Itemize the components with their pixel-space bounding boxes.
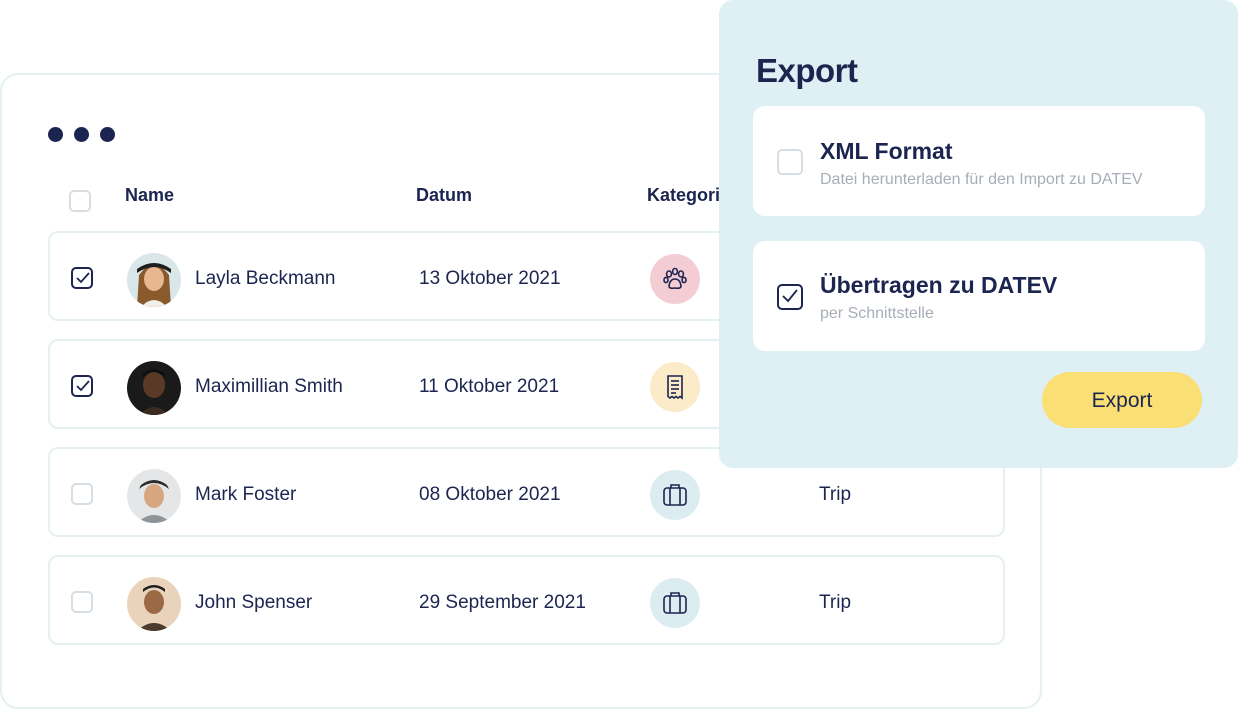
row-name: John Spenser <box>195 592 313 613</box>
row-checkbox[interactable] <box>71 483 93 505</box>
dot <box>48 127 63 142</box>
table-row[interactable]: John Spenser 29 September 2021 Trip <box>48 555 1005 645</box>
column-header-category[interactable]: Kategori <box>647 185 720 206</box>
option-subtitle: per Schnittstelle <box>820 305 934 322</box>
avatar <box>127 577 181 631</box>
more-options-icon[interactable] <box>48 127 115 142</box>
xml-format-checkbox[interactable] <box>777 149 803 175</box>
row-name: Mark Foster <box>195 484 297 505</box>
column-header-date[interactable]: Datum <box>416 185 472 206</box>
column-header-name[interactable]: Name <box>125 185 174 206</box>
row-date: 11 Oktober 2021 <box>419 376 560 397</box>
avatar <box>127 361 181 415</box>
panel-title: Export <box>756 52 858 89</box>
export-option-datev[interactable]: Übertragen zu DATEV per Schnittstelle <box>753 241 1205 351</box>
datev-transfer-checkbox[interactable] <box>777 284 803 310</box>
row-date: 08 Oktober 2021 <box>419 484 561 505</box>
suitcase-icon <box>650 470 700 520</box>
receipt-icon <box>650 362 700 412</box>
suitcase-icon <box>650 578 700 628</box>
option-title: Übertragen zu DATEV <box>820 272 1058 298</box>
export-button[interactable]: Export <box>1042 372 1202 428</box>
row-date: 13 Oktober 2021 <box>419 268 561 289</box>
row-type: Trip <box>819 592 852 613</box>
select-all-checkbox[interactable] <box>69 190 91 212</box>
option-subtitle: Datei herunterladen für den Import zu DA… <box>820 171 1143 188</box>
export-option-xml[interactable]: XML Format Datei herunterladen für den I… <box>753 106 1205 216</box>
row-checkbox[interactable] <box>71 375 93 397</box>
row-checkbox[interactable] <box>71 591 93 613</box>
option-title: XML Format <box>820 138 953 164</box>
avatar <box>127 469 181 523</box>
row-checkbox[interactable] <box>71 267 93 289</box>
row-type: Trip <box>819 484 852 505</box>
paw-icon <box>650 254 700 304</box>
row-name: Maximillian Smith <box>195 376 343 397</box>
export-panel: Export XML Format Datei herunterladen fü… <box>719 0 1238 468</box>
dot <box>74 127 89 142</box>
row-name: Layla Beckmann <box>195 268 336 289</box>
row-date: 29 September 2021 <box>419 592 586 613</box>
avatar <box>127 253 181 307</box>
dot <box>100 127 115 142</box>
